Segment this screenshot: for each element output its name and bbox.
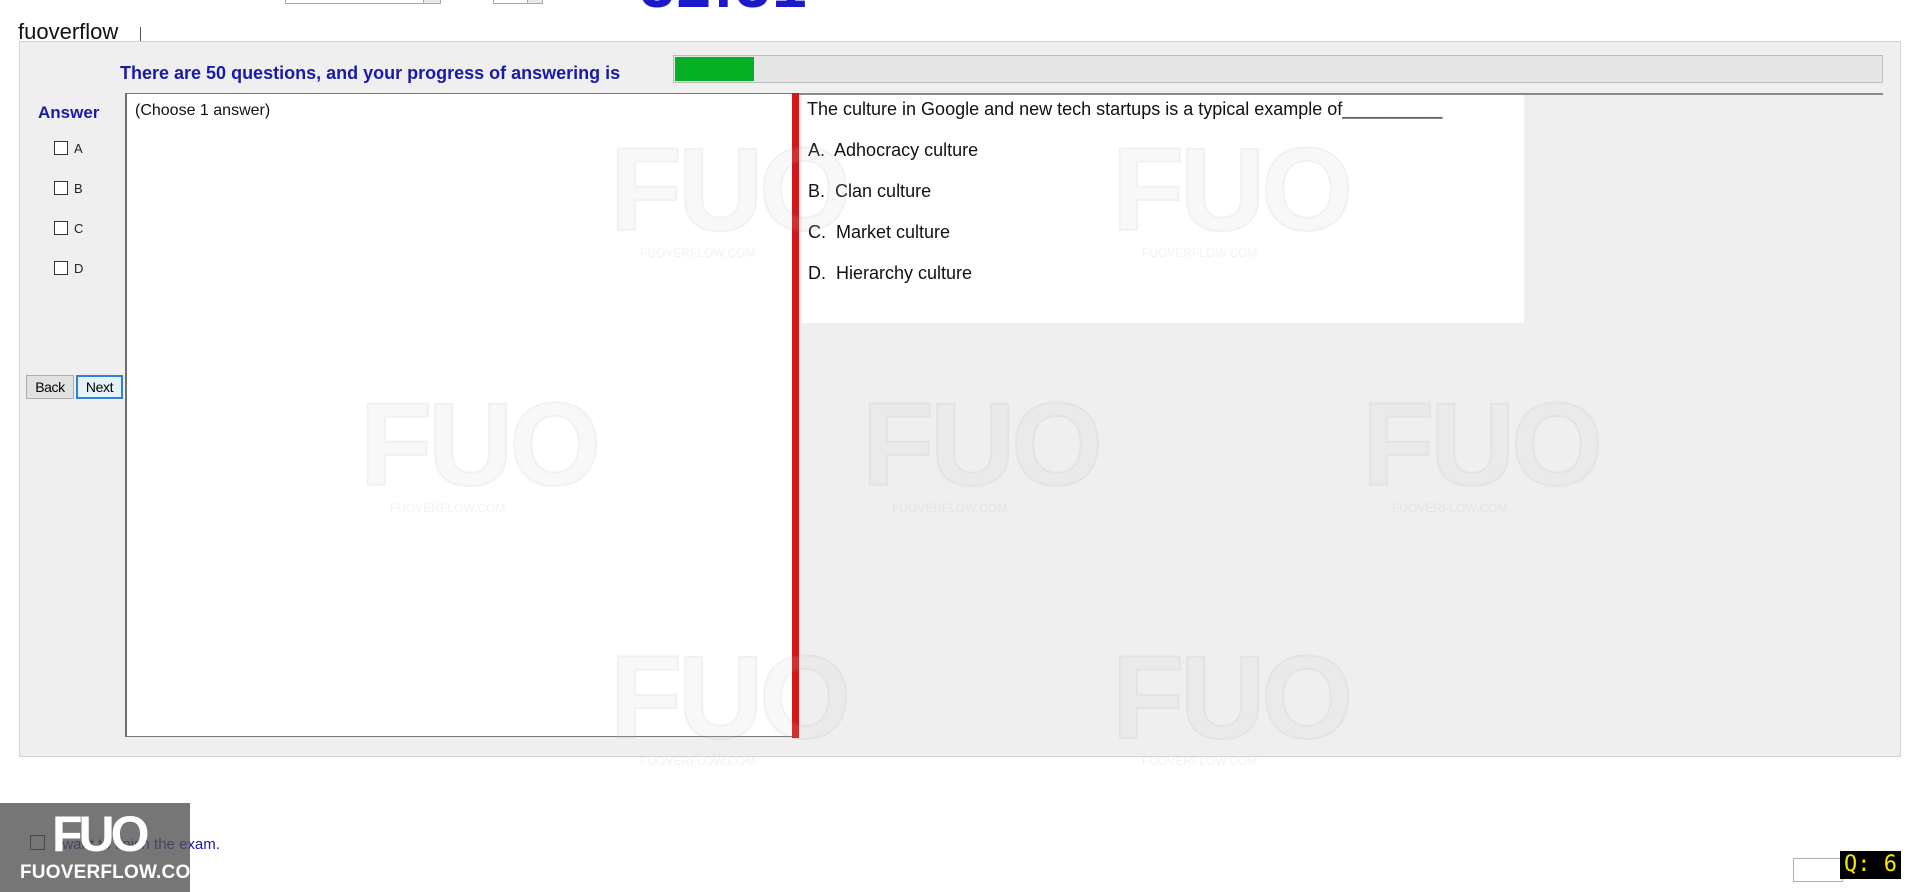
chevron-down-icon[interactable] xyxy=(527,0,542,3)
checkbox-c[interactable] xyxy=(54,221,68,235)
chevron-down-icon[interactable] xyxy=(423,0,440,3)
answer-option-d[interactable]: D xyxy=(54,259,83,277)
next-button[interactable]: Next xyxy=(76,375,123,399)
choice-letter: D. xyxy=(808,263,826,283)
choice-c: C. Market culture xyxy=(808,222,950,243)
option-letter: B xyxy=(74,180,83,196)
option-letter: C xyxy=(74,220,84,236)
option-letter: D xyxy=(74,260,84,276)
answer-option-a[interactable]: A xyxy=(54,139,83,157)
exam-window: 32:31 fuoverflow There are 50 questions,… xyxy=(0,0,1920,892)
question-number-field[interactable] xyxy=(1793,858,1843,882)
option-letter: A xyxy=(74,140,83,156)
top-dropdown-2[interactable] xyxy=(493,0,543,4)
logo: FUO xyxy=(52,806,150,862)
pane-splitter[interactable] xyxy=(792,93,799,738)
answer-title: Answer xyxy=(38,103,100,122)
choice-letter: B. xyxy=(808,181,826,201)
choice-d: D. Hierarchy culture xyxy=(808,263,972,284)
choice-text: Clan culture xyxy=(835,181,932,201)
checkbox-b[interactable] xyxy=(54,181,68,195)
logo-wordmark: FUOVERFLOW.COM xyxy=(20,862,207,883)
answer-instruction: (Choose 1 answer) xyxy=(135,102,271,119)
question-box xyxy=(802,95,1524,323)
answer-option-b[interactable]: B xyxy=(54,179,83,197)
top-dropdown-1[interactable] xyxy=(285,0,441,4)
exam-timer: 32:31 xyxy=(640,0,809,18)
progress-bar xyxy=(673,55,1883,83)
choice-text: Adhocracy culture xyxy=(834,140,979,160)
choice-b: B. Clan culture xyxy=(808,181,931,202)
answer-pane[interactable] xyxy=(125,93,795,737)
choice-text: Market culture xyxy=(836,222,951,242)
choice-letter: A. xyxy=(808,140,826,160)
progress-fill xyxy=(675,57,754,81)
choice-text: Hierarchy culture xyxy=(836,263,973,283)
progress-label: There are 50 questions, and your progres… xyxy=(120,63,621,83)
back-button[interactable]: Back xyxy=(26,375,74,399)
checkbox-a[interactable] xyxy=(54,141,68,155)
choice-letter: C. xyxy=(808,222,826,242)
choice-a: A. Adhocracy culture xyxy=(808,140,978,161)
answer-option-c[interactable]: C xyxy=(54,219,83,237)
checkbox-d[interactable] xyxy=(54,261,68,275)
question-counter: Q: 6 xyxy=(1840,851,1901,879)
question-text: The culture in Google and new tech start… xyxy=(807,99,1443,119)
